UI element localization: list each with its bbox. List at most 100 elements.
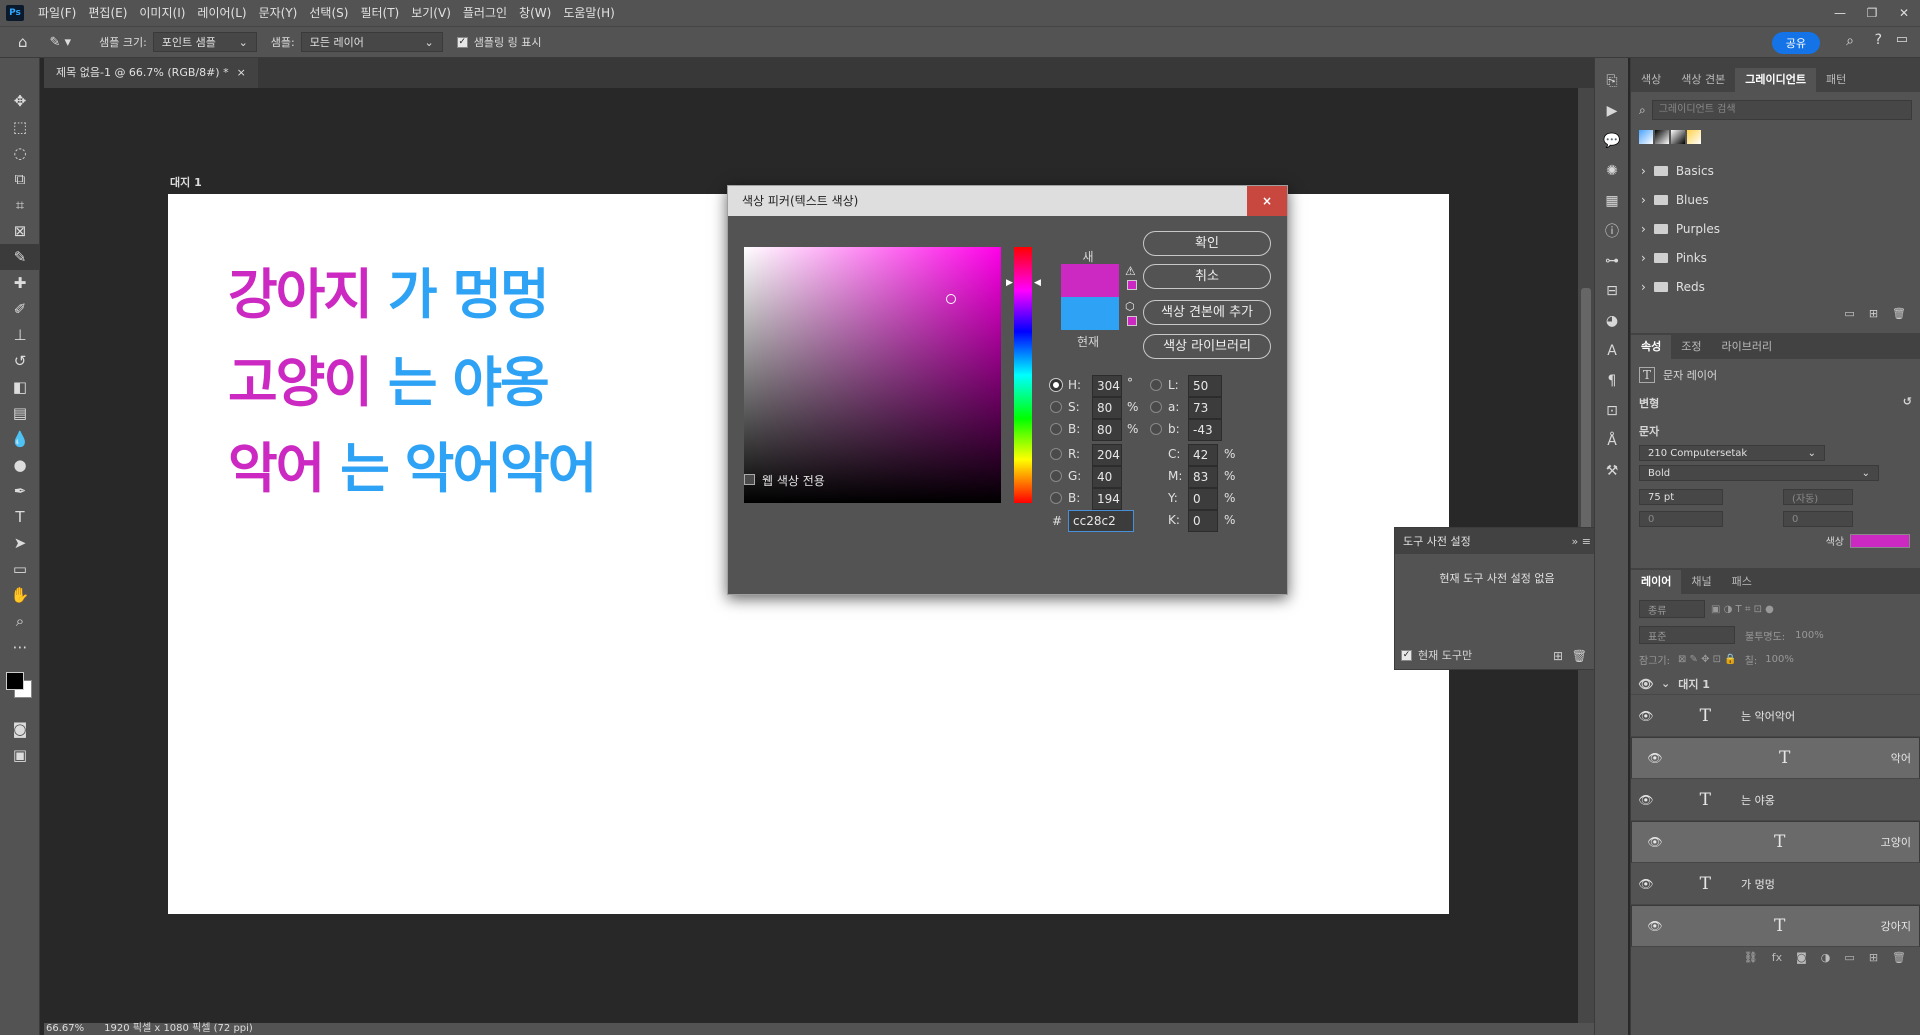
gradient-tool-icon[interactable]: ▤ xyxy=(0,400,40,426)
hue-slider-right-arrow[interactable]: ◀ xyxy=(1034,278,1041,288)
tab-gradients[interactable]: 그레이디언트 xyxy=(1735,68,1816,92)
fx-icon[interactable]: fx xyxy=(1772,951,1782,971)
opacity-value[interactable]: 100% xyxy=(1795,630,1824,641)
zoom-level[interactable]: 66.67% xyxy=(46,1023,84,1035)
menu-filter[interactable]: 필터(T) xyxy=(354,0,405,26)
leading-select[interactable]: (자동) xyxy=(1783,489,1853,505)
color-icon[interactable]: ◕ xyxy=(1595,306,1629,336)
canvas-text-악어[interactable]: 악어 xyxy=(228,437,325,500)
ok-button[interactable]: 확인 xyxy=(1143,231,1271,256)
a-field[interactable]: 73 xyxy=(1188,397,1222,419)
layer-row[interactable]: 👁 T 악어 xyxy=(1631,737,1920,779)
gradient-group-basics[interactable]: › Basics xyxy=(1631,156,1920,185)
tab-channels[interactable]: 채널 xyxy=(1681,570,1721,594)
tab-patterns[interactable]: 패턴 xyxy=(1816,68,1856,92)
canvas-text-가멍멍[interactable]: 가 멍멍 xyxy=(388,263,550,326)
color-field-cursor[interactable] xyxy=(946,294,956,304)
menu-file[interactable]: 파일(F) xyxy=(32,0,82,26)
new-group-icon[interactable]: ▭ xyxy=(1844,951,1854,971)
artboard-layer-row[interactable]: 👁 ⌄ 대지 1 xyxy=(1631,673,1920,695)
web-safe-color-swatch[interactable] xyxy=(1127,316,1137,326)
foreground-color-swatch[interactable] xyxy=(6,672,24,690)
h-radio[interactable] xyxy=(1050,379,1062,391)
history-brush-icon[interactable]: ↺ xyxy=(0,348,40,374)
menu-edit[interactable]: 편집(E) xyxy=(82,0,133,26)
quick-mask-icon[interactable]: ◙ xyxy=(0,716,40,742)
gradient-group-pinks[interactable]: › Pinks xyxy=(1631,243,1920,272)
paragraph-icon[interactable]: ¶ xyxy=(1595,366,1629,396)
reset-icon[interactable]: ↺ xyxy=(1903,395,1912,411)
font-family-select[interactable]: 210 Computersetak ⌄ xyxy=(1639,445,1825,461)
k-field[interactable]: 0 xyxy=(1188,510,1218,532)
cancel-button[interactable]: 취소 xyxy=(1143,264,1271,289)
character-icon[interactable]: A xyxy=(1595,336,1629,366)
new-gradient-icon[interactable]: ⊞ xyxy=(1869,307,1878,329)
home-icon[interactable]: ⌂ xyxy=(18,33,28,51)
collapse-icon[interactable]: » ≡ xyxy=(1572,535,1591,548)
minimize-icon[interactable]: — xyxy=(1824,0,1856,26)
gradient-search-input[interactable]: 그레이디언트 검색 xyxy=(1651,100,1912,120)
tool-preset-title[interactable]: 도구 사전 설정 xyxy=(1403,533,1471,549)
layer-row[interactable]: 👁 T 는 악어악어 xyxy=(1631,695,1920,737)
s-radio[interactable] xyxy=(1050,401,1062,413)
canvas-text-고양이[interactable]: 고양이 xyxy=(228,351,373,414)
eye-icon[interactable]: 👁 xyxy=(1631,677,1661,691)
type-tool-icon[interactable]: T xyxy=(0,504,40,530)
help-icon[interactable]: ? xyxy=(1875,32,1882,48)
blend-mode-select[interactable]: 표준 xyxy=(1639,626,1735,644)
tab-adjustments[interactable]: 조정 xyxy=(1671,335,1711,359)
tracking-select[interactable]: 0 xyxy=(1783,511,1853,527)
tab-color[interactable]: 색상 xyxy=(1631,68,1671,92)
path-select-icon[interactable]: ➤ xyxy=(0,530,40,556)
frame-tool-icon[interactable]: ⊠ xyxy=(0,218,40,244)
layer-row[interactable]: 👁 T 가 멍멍 xyxy=(1631,863,1920,905)
screen-mode-icon[interactable]: ▣ xyxy=(0,742,40,768)
lab-b-radio[interactable] xyxy=(1150,423,1162,435)
adjustment-layer-icon[interactable]: ◑ xyxy=(1821,951,1831,971)
layer-row[interactable]: 👁 T 는 야옹 xyxy=(1631,779,1920,821)
gradient-swatch[interactable] xyxy=(1671,130,1685,144)
object-select-tool-icon[interactable]: ⧉ xyxy=(0,166,40,192)
more-tools-icon[interactable]: ⋯ xyxy=(0,634,40,660)
brightness-field[interactable]: 80 xyxy=(1092,419,1122,441)
gamut-color-swatch[interactable] xyxy=(1127,280,1137,290)
tab-layers[interactable]: 레이어 xyxy=(1631,570,1682,594)
tab-paths[interactable]: 패스 xyxy=(1722,570,1762,594)
l-radio[interactable] xyxy=(1150,379,1162,391)
restore-icon[interactable]: ❐ xyxy=(1856,0,1888,26)
out-of-gamut-warning-icon[interactable]: ⚠ xyxy=(1125,264,1136,278)
tab-properties[interactable]: 속성 xyxy=(1631,335,1672,359)
sample-select[interactable]: 모든 레이어 ⌄ xyxy=(300,32,443,52)
comments-icon[interactable]: 💬 xyxy=(1595,126,1629,156)
eye-icon[interactable]: 👁 xyxy=(1640,835,1670,849)
eye-icon[interactable]: 👁 xyxy=(1631,793,1661,807)
sample-size-select[interactable]: 포인트 샘플 ⌄ xyxy=(152,32,257,52)
blue-field[interactable]: 194 xyxy=(1092,488,1122,510)
document-tab[interactable]: 제목 없음-1 @ 66.7% (RGB/8#) * × xyxy=(44,58,258,88)
filter-icons[interactable]: ▣ ◑ T ⌗ ⊡ ● xyxy=(1711,604,1774,615)
hand-tool-icon[interactable]: ✋ xyxy=(0,582,40,608)
menu-layer[interactable]: 레이어(L) xyxy=(191,0,252,26)
zoom-tool-icon[interactable]: ⌕ xyxy=(0,608,40,634)
gradient-swatch[interactable] xyxy=(1655,130,1669,144)
crop-tool-icon[interactable]: ⌗ xyxy=(0,192,40,218)
layer-filter-select[interactable]: 종류 xyxy=(1639,600,1705,618)
eyedropper-tool-icon[interactable]: ✎ ▾ xyxy=(50,35,72,50)
workspace-icon[interactable]: ▭ xyxy=(1896,32,1908,47)
l-field[interactable]: 50 xyxy=(1188,375,1222,397)
info-icon[interactable]: ⓘ xyxy=(1595,216,1629,246)
close-tab-icon[interactable]: × xyxy=(237,58,246,88)
current-color-swatch[interactable] xyxy=(1061,297,1119,330)
dialog-title-bar[interactable]: 색상 피커(텍스트 색상) × xyxy=(728,186,1287,216)
blur-tool-icon[interactable]: 💧 xyxy=(0,426,40,452)
search-icon[interactable]: ⌕ xyxy=(1846,33,1854,49)
eraser-tool-icon[interactable]: ◧ xyxy=(0,374,40,400)
glyphs-icon[interactable]: ⊡ xyxy=(1595,396,1629,426)
mask-icon[interactable]: ◙ xyxy=(1796,951,1807,971)
tab-swatches[interactable]: 색상 견본 xyxy=(1671,68,1735,92)
menu-plugins[interactable]: 플러그인 xyxy=(457,0,513,26)
clone-source-icon[interactable]: ⊶ xyxy=(1595,246,1629,276)
m-field[interactable]: 83 xyxy=(1188,466,1218,488)
c-field[interactable]: 42 xyxy=(1188,444,1218,466)
eye-icon[interactable]: 👁 xyxy=(1631,709,1661,723)
